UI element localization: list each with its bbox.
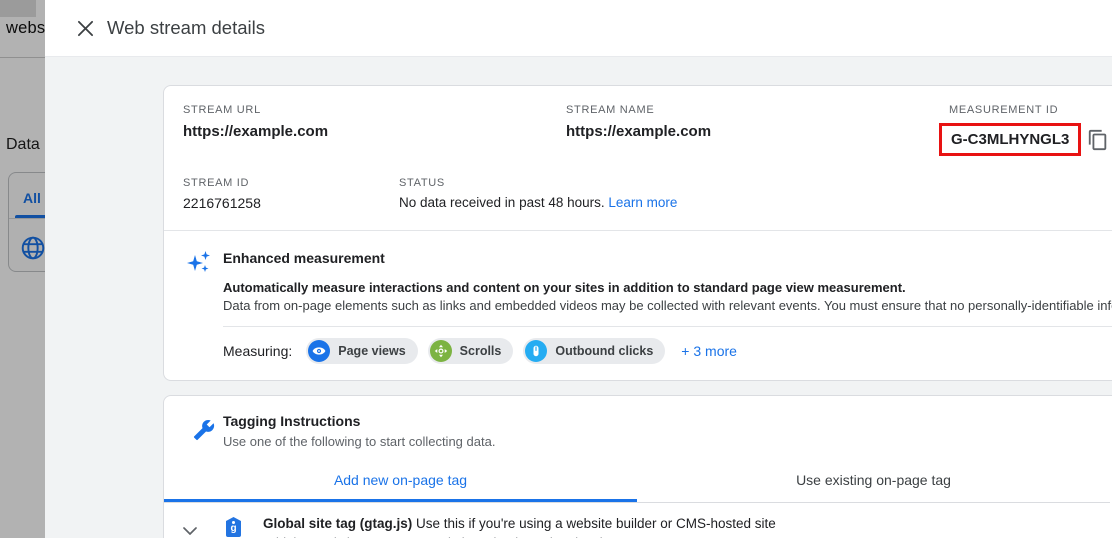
gtag-icon: g: [226, 517, 241, 537]
status-value: No data received in past 48 hours. Learn…: [399, 195, 999, 210]
chip-outbound-clicks: Outbound clicks: [523, 338, 665, 364]
tagging-subtitle: Use one of the following to start collec…: [223, 434, 495, 449]
stream-details-card: STREAM URL https://example.com STREAM NA…: [163, 85, 1112, 381]
measuring-label: Measuring:: [223, 343, 292, 359]
gtag-icon-letter: g: [226, 524, 241, 534]
status-label: STATUS: [399, 177, 999, 189]
background-card-divider: [9, 218, 45, 219]
enhanced-description-text: Data from on-page elements such as links…: [223, 298, 1112, 313]
stream-url-field: STREAM URL https://example.com: [183, 104, 566, 156]
stream-name-label: STREAM NAME: [566, 104, 949, 116]
measurement-id-field: MEASUREMENT ID G-C3MLHYNGL3: [949, 104, 1112, 156]
dimmed-background-page: webs Data All: [0, 0, 45, 538]
tagging-titles: Tagging Instructions Use one of the foll…: [223, 413, 495, 449]
enhanced-description-bold: Automatically measure interactions and c…: [223, 279, 1112, 297]
chip-page-views-label: Page views: [338, 344, 405, 358]
stream-url-value: https://example.com: [183, 123, 566, 140]
eye-icon: [308, 340, 330, 362]
status-text: No data received in past 48 hours.: [399, 195, 605, 210]
background-partial-text: webs: [6, 19, 45, 38]
measurement-id-label: MEASUREMENT ID: [949, 104, 1112, 116]
background-divider: [0, 57, 45, 58]
stream-name-field: STREAM NAME https://example.com: [566, 104, 949, 156]
enhanced-inner-divider: [223, 326, 1112, 327]
background-tab-underline: [15, 215, 45, 218]
chip-scrolls: Scrolls: [428, 338, 514, 364]
stream-id-field: STREAM ID 2216761258: [183, 177, 399, 211]
enhanced-measurement-description: Automatically measure interactions and c…: [223, 279, 1112, 315]
stream-name-value: https://example.com: [566, 123, 949, 140]
tagging-title: Tagging Instructions: [223, 413, 495, 429]
copy-icon[interactable]: [1087, 129, 1109, 151]
tab-use-existing-on-page-tag[interactable]: Use existing on-page tag: [637, 462, 1110, 502]
global-site-tag-row[interactable]: g Global site tag (gtag.js) Use this if …: [164, 503, 1112, 538]
globe-icon: [20, 235, 45, 266]
measurement-id-wrap: G-C3MLHYNGL3: [939, 123, 1112, 156]
stream-meta-row: STREAM ID 2216761258 STATUS No data rece…: [164, 156, 1112, 211]
mouse-icon: [525, 340, 547, 362]
enhanced-measurement-title: Enhanced measurement: [223, 247, 1112, 266]
chip-outbound-clicks-label: Outbound clicks: [555, 344, 653, 358]
measuring-row: Measuring: Page views: [223, 338, 1112, 364]
tagging-tabs: Add new on-page tag Use existing on-page…: [164, 462, 1110, 503]
chip-page-views: Page views: [306, 338, 417, 364]
tagging-instructions-card: Tagging Instructions Use one of the foll…: [163, 395, 1112, 538]
more-chips-link[interactable]: + 3 more: [681, 343, 737, 359]
background-tab-all: All: [23, 190, 41, 206]
gtag-title-suffix: Use this if you're using a website build…: [416, 516, 776, 531]
tab-add-new-on-page-tag[interactable]: Add new on-page tag: [164, 462, 637, 502]
measurement-id-annotation-box: G-C3MLHYNGL3: [939, 123, 1081, 156]
stream-id-label: STREAM ID: [183, 177, 399, 189]
close-icon[interactable]: [71, 14, 99, 42]
scroll-arrows-icon: [430, 340, 452, 362]
stream-fields-row: STREAM URL https://example.com STREAM NA…: [164, 86, 1112, 156]
panel-body: STREAM URL https://example.com STREAM NA…: [45, 85, 1112, 538]
background-section-title: Data: [6, 136, 40, 154]
chevron-down-icon[interactable]: [183, 522, 197, 538]
panel-header: Web stream details: [45, 0, 1112, 57]
tagging-header: Tagging Instructions Use one of the foll…: [164, 396, 1112, 449]
enhanced-measurement-content: Enhanced measurement Automatically measu…: [223, 247, 1112, 364]
status-field: STATUS No data received in past 48 hours…: [399, 177, 999, 211]
gtag-title: Global site tag (gtag.js): [263, 516, 412, 531]
chip-scrolls-label: Scrolls: [460, 344, 502, 358]
wrench-icon: [193, 419, 215, 449]
background-card: All: [8, 172, 45, 272]
gtag-text: Global site tag (gtag.js) Use this if yo…: [263, 516, 776, 538]
enhanced-measurement-section: Enhanced measurement Automatically measu…: [164, 231, 1112, 380]
stream-url-label: STREAM URL: [183, 104, 566, 116]
panel-title: Web stream details: [107, 17, 265, 39]
background-header-block: [0, 0, 36, 17]
web-stream-details-panel: Web stream details STREAM URL https://ex…: [45, 0, 1112, 538]
sparkles-icon: [186, 247, 212, 364]
gtag-title-line: Global site tag (gtag.js) Use this if yo…: [263, 516, 776, 531]
learn-more-link[interactable]: Learn more: [608, 195, 677, 210]
stream-id-value: 2216761258: [183, 195, 399, 211]
